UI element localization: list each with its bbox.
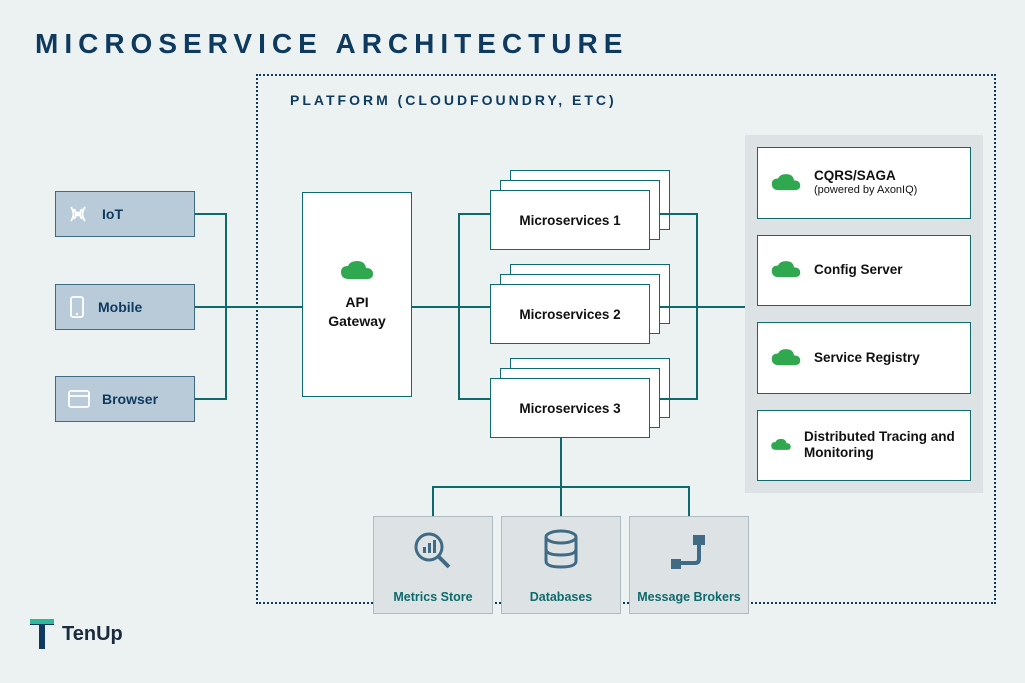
cloud-icon <box>770 259 802 281</box>
side-config-label: Config Server <box>814 262 903 278</box>
connector <box>195 398 225 400</box>
connector <box>195 213 225 215</box>
connector <box>660 398 698 400</box>
api-gateway: API Gateway <box>302 192 412 397</box>
client-mobile-label: Mobile <box>98 299 142 315</box>
side-tracing-label: Distributed Tracing and Monitoring <box>804 429 958 461</box>
microservices-3-stack: Microservices 3 <box>490 358 660 438</box>
connector <box>660 306 698 308</box>
side-tracing: Distributed Tracing and Monitoring <box>757 410 971 482</box>
cloud-icon <box>770 172 802 194</box>
connector <box>432 486 434 516</box>
microservices-3-label: Microservices 3 <box>519 401 620 416</box>
message-brokers: Message Brokers <box>629 516 749 614</box>
tenup-logo: TenUp <box>28 617 123 651</box>
client-browser: Browser <box>55 376 195 422</box>
cloud-icon <box>339 259 375 283</box>
databases: Databases <box>501 516 621 614</box>
connector <box>412 306 460 308</box>
microservices-3: Microservices 3 <box>490 378 650 438</box>
side-cqrs-label: CQRS/SAGA(powered by AxonIQ) <box>814 168 917 197</box>
connector <box>696 306 745 308</box>
browser-icon <box>68 390 90 408</box>
side-panel: CQRS/SAGA(powered by AxonIQ) Config Serv… <box>745 135 983 493</box>
microservices-1-stack: Microservices 1 <box>490 170 660 250</box>
page-title: MICROSERVICE ARCHITECTURE <box>35 28 628 60</box>
side-cqrs: CQRS/SAGA(powered by AxonIQ) <box>757 147 971 219</box>
mobile-icon <box>68 296 86 318</box>
tenup-logo-text: TenUp <box>62 623 123 646</box>
connector <box>560 438 562 486</box>
connector <box>688 486 690 516</box>
metrics-store: Metrics Store <box>373 516 493 614</box>
message-brokers-label: Message Brokers <box>637 590 741 605</box>
metrics-icon <box>411 529 455 573</box>
microservices-2-stack: Microservices 2 <box>490 264 660 344</box>
client-iot-label: IoT <box>102 206 123 222</box>
client-iot: IoT <box>55 191 195 237</box>
cloud-icon <box>770 434 792 456</box>
side-registry: Service Registry <box>757 322 971 394</box>
databases-label: Databases <box>530 590 593 605</box>
connector <box>225 306 302 308</box>
api-gateway-label: API Gateway <box>328 293 386 329</box>
database-icon <box>541 529 581 573</box>
microservices-1-label: Microservices 1 <box>519 213 620 228</box>
cloud-icon <box>770 347 802 369</box>
microservices-2-label: Microservices 2 <box>519 307 620 322</box>
connector <box>195 306 225 308</box>
client-browser-label: Browser <box>102 391 158 407</box>
pipe-icon <box>667 529 711 573</box>
microservices-1: Microservices 1 <box>490 190 650 250</box>
side-config: Config Server <box>757 235 971 307</box>
microservices-2: Microservices 2 <box>490 284 650 344</box>
client-mobile: Mobile <box>55 284 195 330</box>
metrics-store-label: Metrics Store <box>393 590 472 605</box>
iot-icon <box>68 204 90 224</box>
side-registry-label: Service Registry <box>814 350 920 366</box>
connector <box>560 486 562 516</box>
tenup-logo-icon <box>28 617 58 651</box>
connector <box>660 213 698 215</box>
platform-label: PLATFORM (CLOUDFOUNDRY, ETC) <box>290 92 617 108</box>
